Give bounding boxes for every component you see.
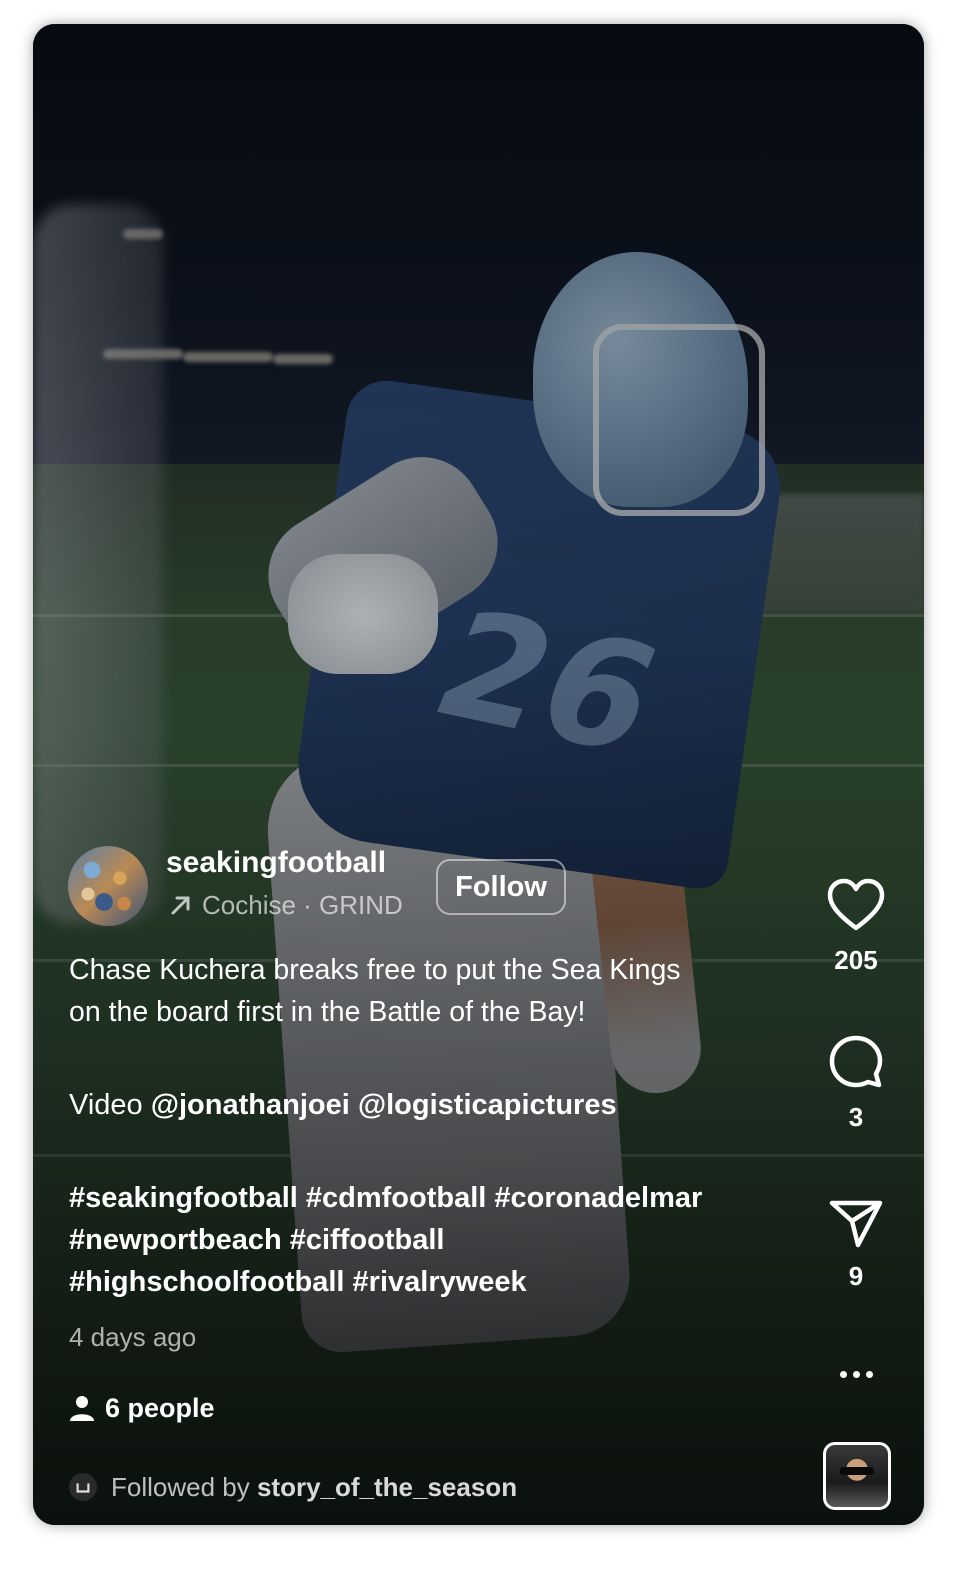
username[interactable]: seakingfootball [166,844,386,882]
post-timestamp: 4 days ago [69,1322,197,1352]
follow-button[interactable]: Follow [436,859,566,915]
reel-viewer: 26 seakingfootball Cochise · GRIND Follo… [33,24,924,1525]
avatar-mini-icon [69,1473,97,1501]
followed-by-name[interactable]: story_of_the_season [257,1472,517,1502]
comment-action[interactable]: 3 [816,1034,896,1134]
heart-icon[interactable] [826,877,886,933]
hashtag-line[interactable]: #seakingfootball #cdmfootball #coronadel… [69,1177,789,1219]
more-dots-icon[interactable] [816,1354,896,1394]
person-icon [70,1396,94,1421]
credits-prefix: Video [69,1089,151,1121]
tagged-people-button[interactable]: 6 people [69,1390,215,1426]
mention-links[interactable]: @jonathanjoei @logisticapictures [151,1089,617,1121]
like-count: 205 [834,945,878,975]
audio-track-thumbnail[interactable] [823,1442,891,1510]
thumbnail-figure [840,1467,874,1475]
hashtags[interactable]: #seakingfootball #cdmfootball #coronadel… [69,1177,789,1303]
share-action[interactable]: 9 [816,1197,896,1293]
tagged-people-label: 6 people [105,1393,215,1423]
credits-line: Video @jonathanjoei @logisticapictures [69,1084,789,1126]
profile-avatar[interactable] [68,846,148,926]
share-count: 9 [848,1261,864,1291]
caption-line: on the board first in the Battle of the … [69,996,586,1028]
hashtag-line[interactable]: #highschoolfootball #rivalryweek [69,1261,789,1303]
followed-by-prefix: Followed by [111,1472,257,1502]
caption[interactable]: Chase Kuchera breaks free to put the Sea… [69,949,789,1033]
comment-bubble-icon[interactable] [828,1034,884,1090]
like-action[interactable]: 205 [816,877,896,977]
audio-label: Cochise · GRIND [202,890,403,920]
paper-plane-icon[interactable] [828,1197,884,1249]
hashtag-line[interactable]: #newportbeach #ciffootball [69,1219,789,1261]
comment-count: 3 [848,1102,864,1132]
caption-line: Chase Kuchera breaks free to put the Sea… [69,954,681,986]
followed-by[interactable]: Followed by story_of_the_season [69,1470,517,1504]
arrow-up-right-icon [171,896,190,915]
audio-attribution[interactable]: Cochise · GRIND [168,888,403,922]
